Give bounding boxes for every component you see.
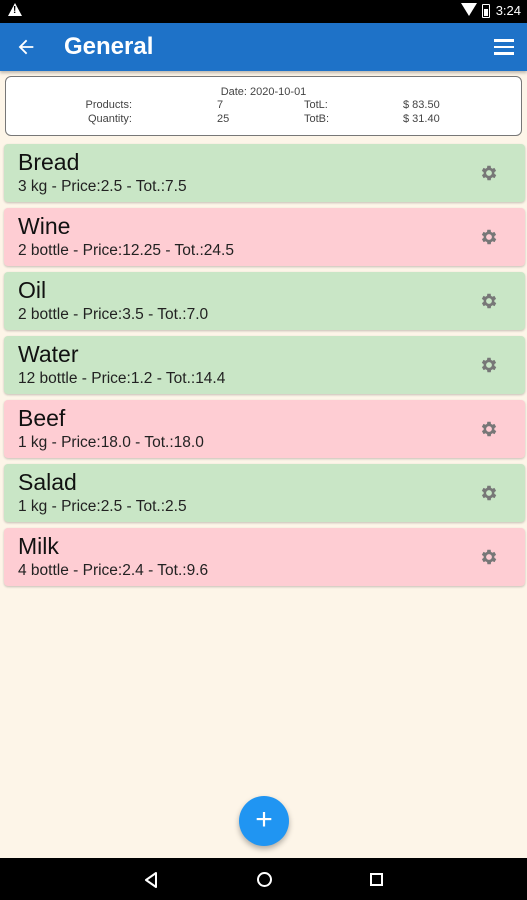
item-detail: 2 bottle - Price:3.5 - Tot.:7.0: [18, 306, 209, 323]
list-item[interactable]: Milk 4 bottle - Price:2.4 - Tot.:9.6: [4, 528, 525, 586]
totb-label: TotB:: [304, 113, 330, 125]
wifi-icon: [460, 3, 477, 18]
warning-icon: [8, 3, 22, 16]
item-detail: 1 kg - Price:2.5 - Tot.:2.5: [18, 498, 187, 515]
products-label: Products:: [85, 99, 132, 111]
item-detail: 12 bottle - Price:1.2 - Tot.:14.4: [18, 370, 226, 387]
product-list: Bread 3 kg - Price:2.5 - Tot.:7.5 Wine 2…: [4, 144, 525, 592]
products-value: 7: [217, 99, 224, 111]
gear-icon[interactable]: [479, 227, 499, 247]
summary-row-products: Products: 7 TotL: $ 83.50: [6, 99, 521, 113]
page-title: General: [64, 33, 154, 60]
gear-icon[interactable]: [479, 547, 499, 567]
system-nav-bar: [0, 858, 527, 900]
quantity-label: Quantity:: [87, 113, 132, 125]
status-time: 3:24: [495, 3, 521, 18]
summary-row-quantity: Quantity: 25 TotB: $ 31.40: [6, 113, 521, 127]
list-item[interactable]: Bread 3 kg - Price:2.5 - Tot.:7.5: [4, 144, 525, 202]
item-name: Salad: [18, 469, 77, 495]
gear-icon[interactable]: [479, 355, 499, 375]
gear-icon[interactable]: [479, 483, 499, 503]
list-item[interactable]: Wine 2 bottle - Price:12.25 - Tot.:24.5: [4, 208, 525, 266]
nav-back-icon[interactable]: [144, 872, 158, 888]
summary-date: Date: 2020-10-01: [220, 86, 307, 98]
nav-recent-icon[interactable]: [370, 873, 383, 886]
gear-icon[interactable]: [479, 291, 499, 311]
item-name: Wine: [18, 213, 71, 239]
totl-value: $ 83.50: [403, 99, 440, 111]
totb-value: $ 31.40: [403, 113, 440, 125]
item-name: Beef: [18, 405, 66, 431]
item-name: Water: [18, 341, 79, 367]
list-item[interactable]: Oil 2 bottle - Price:3.5 - Tot.:7.0: [4, 272, 525, 330]
back-button[interactable]: [10, 31, 42, 63]
app-bar: General: [0, 23, 527, 71]
menu-button[interactable]: [489, 33, 519, 61]
totl-label: TotL:: [304, 99, 328, 111]
list-item[interactable]: Water 12 bottle - Price:1.2 - Tot.:14.4: [4, 336, 525, 394]
summary-card: Date: 2020-10-01 Products: 7 TotL: $ 83.…: [5, 76, 522, 136]
battery-icon: [481, 3, 490, 18]
status-icons: 3:24: [460, 3, 521, 18]
arrow-left-icon: [18, 39, 34, 55]
add-item-button[interactable]: +: [239, 796, 289, 846]
quantity-value: 25: [217, 113, 230, 125]
plus-icon: +: [255, 803, 273, 836]
item-name: Milk: [18, 533, 59, 559]
status-bar: 3:24: [0, 0, 527, 23]
list-item[interactable]: Salad 1 kg - Price:2.5 - Tot.:2.5: [4, 464, 525, 522]
item-detail: 4 bottle - Price:2.4 - Tot.:9.6: [18, 562, 209, 579]
nav-home-icon[interactable]: [257, 872, 272, 887]
item-detail: 3 kg - Price:2.5 - Tot.:7.5: [18, 178, 187, 195]
gear-icon[interactable]: [479, 163, 499, 183]
hamburger-menu-icon: [494, 39, 514, 42]
item-detail: 2 bottle - Price:12.25 - Tot.:24.5: [18, 242, 234, 259]
item-detail: 1 kg - Price:18.0 - Tot.:18.0: [18, 434, 204, 451]
gear-icon[interactable]: [479, 419, 499, 439]
list-item[interactable]: Beef 1 kg - Price:18.0 - Tot.:18.0: [4, 400, 525, 458]
item-name: Oil: [18, 277, 47, 303]
item-name: Bread: [18, 149, 80, 175]
